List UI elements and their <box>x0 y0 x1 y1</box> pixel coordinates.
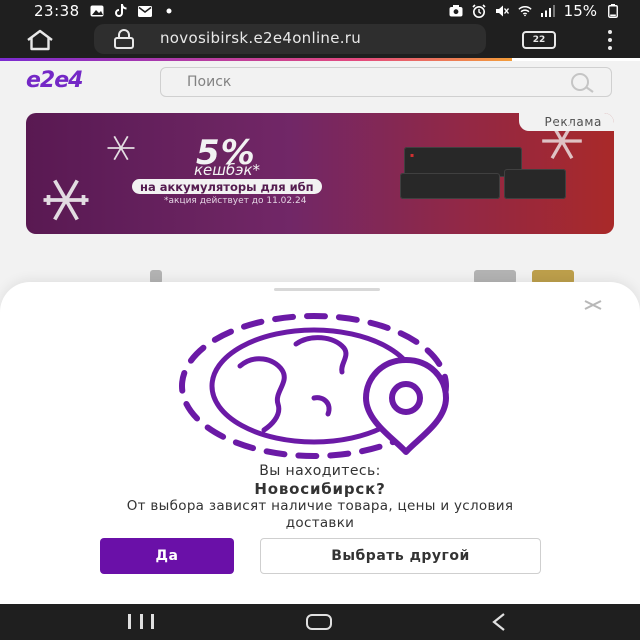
signal-icon <box>540 4 555 18</box>
browser-menu-button[interactable] <box>602 30 618 50</box>
menu-dot-icon <box>608 46 612 50</box>
home-button[interactable] <box>24 28 56 52</box>
confirm-city-button[interactable]: Да <box>100 538 234 574</box>
battery-percent: 15% <box>563 2 597 20</box>
globe-location-icon <box>179 313 449 459</box>
menu-dot-icon <box>608 30 612 34</box>
system-home-button[interactable] <box>306 614 332 630</box>
wifi-icon <box>518 4 532 18</box>
mute-icon <box>495 4 509 18</box>
status-time: 23:38 <box>34 2 80 20</box>
browser-toolbar: novosibirsk.e2e4online.ru 22 <box>0 22 640 58</box>
recent-apps-button[interactable] <box>128 614 154 630</box>
detected-city: Новосибирск? <box>254 480 386 498</box>
location-note: От выбора зависят наличие товара, цены и… <box>126 498 514 531</box>
recent-bar-icon <box>151 614 154 629</box>
back-button[interactable] <box>490 612 508 632</box>
dot-icon <box>162 4 176 18</box>
mail-icon <box>137 4 152 18</box>
choose-other-city-button[interactable]: Выбрать другой <box>260 538 541 574</box>
close-button[interactable] <box>582 294 604 316</box>
location-bottom-sheet: Вы находитесь: Новосибирск? От выбора за… <box>0 282 640 604</box>
tiktok-icon <box>114 4 128 18</box>
system-nav-bar <box>0 604 640 640</box>
back-icon <box>492 613 505 631</box>
recent-bar-icon <box>139 614 143 629</box>
address-bar[interactable]: novosibirsk.e2e4online.ru <box>94 24 486 54</box>
battery-icon <box>606 4 620 18</box>
tab-switcher-button[interactable]: 22 <box>522 31 556 49</box>
close-icon <box>584 300 602 310</box>
location-question: Вы находитесь: <box>259 463 381 479</box>
gallery-icon <box>90 4 104 18</box>
menu-dot-icon <box>608 38 612 42</box>
lock-icon <box>112 29 136 53</box>
recent-bar-icon <box>128 614 131 629</box>
sheet-drag-handle[interactable] <box>274 288 380 291</box>
url-text[interactable]: novosibirsk.e2e4online.ru <box>160 29 361 47</box>
home-icon <box>27 29 53 51</box>
alarm-icon <box>472 4 486 18</box>
camera-icon <box>449 4 463 18</box>
status-bar: 23:38 15% <box>0 0 640 22</box>
